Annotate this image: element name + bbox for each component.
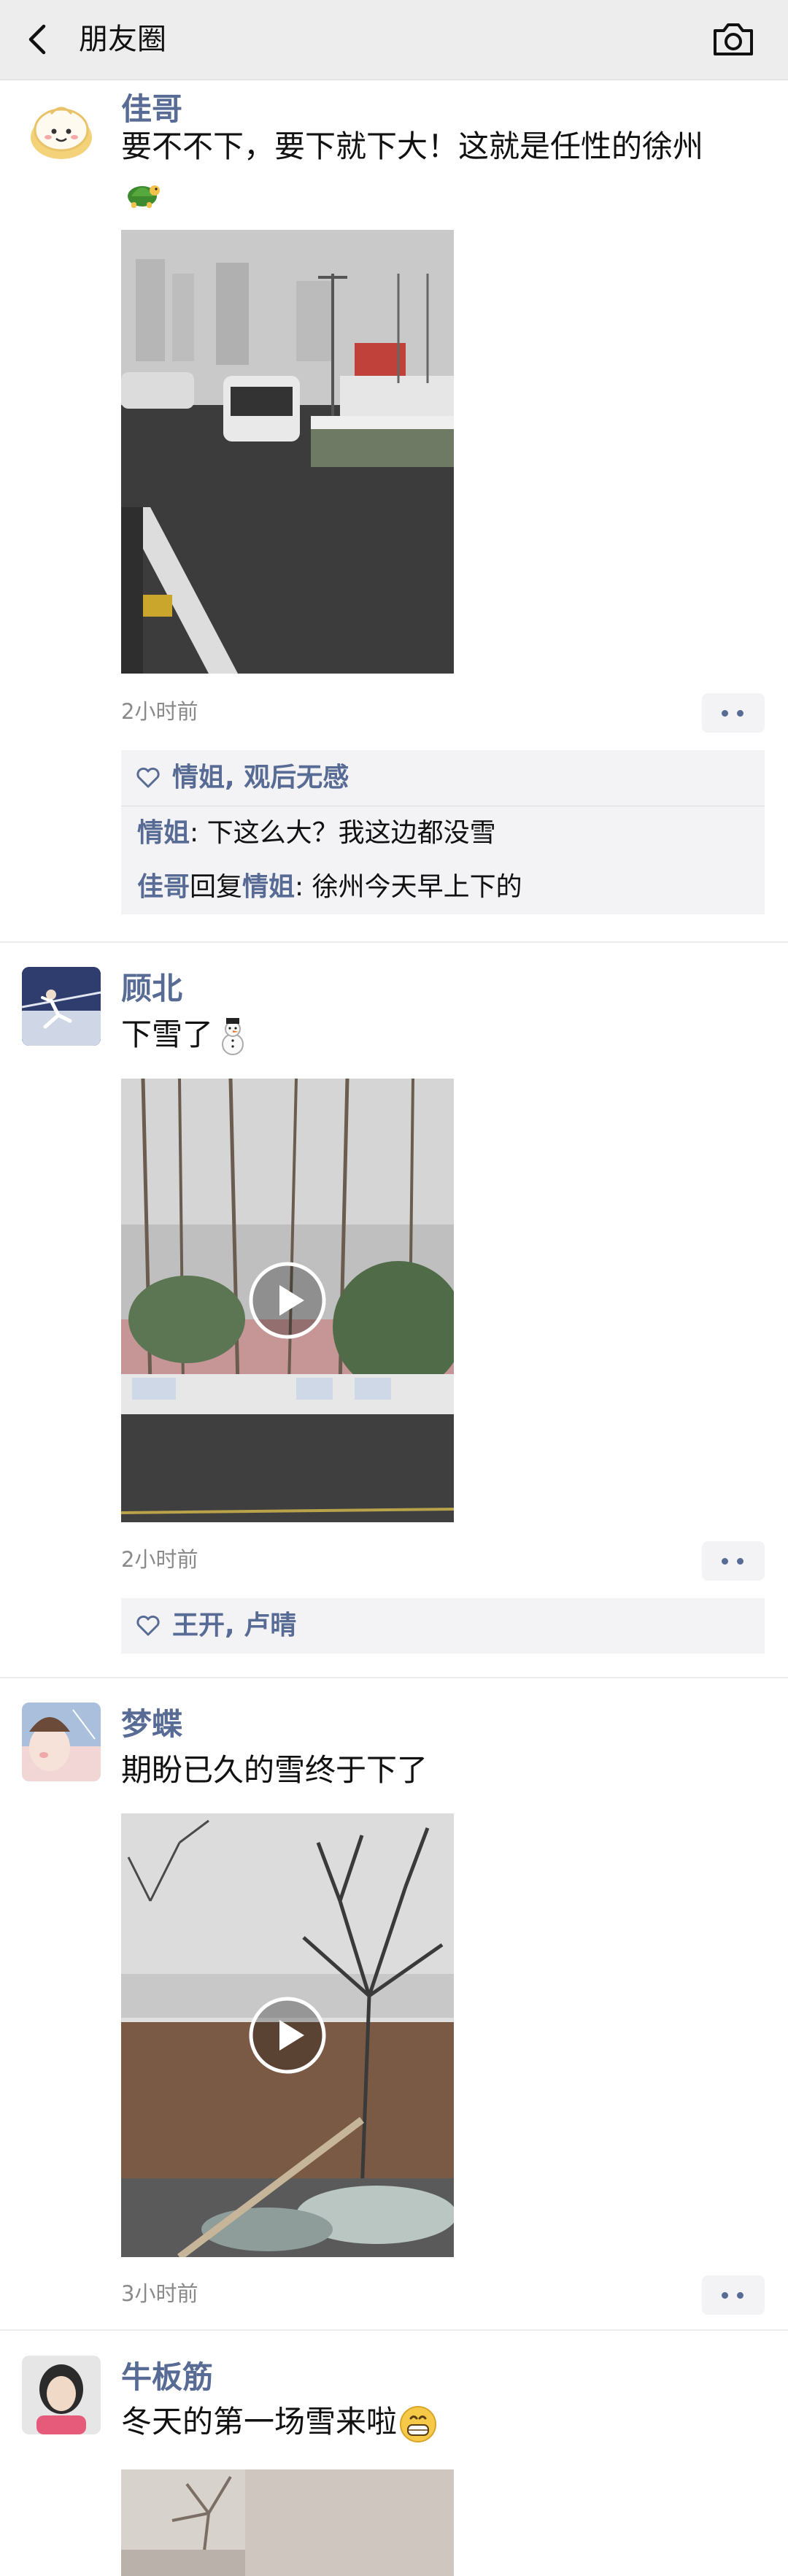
post-divider	[0, 2329, 788, 2331]
reply-word: 回复	[190, 872, 243, 902]
top-bar: 朋友圈	[0, 0, 788, 80]
interaction-panel: 情姐, 观后无感 情姐: 下这么大？我这边都没雪 佳哥回复情姐: 徐州今天早上下…	[121, 750, 765, 914]
post-photo[interactable]	[121, 2469, 454, 2576]
post-time: 2小时前	[121, 1547, 198, 1572]
more-options-button[interactable]	[702, 693, 765, 733]
post-text-content: 期盼已久的雪终于下了	[121, 1752, 428, 1788]
play-icon[interactable]	[247, 1260, 328, 1341]
post-text: 冬天的第一场雪来啦	[121, 2399, 734, 2445]
avatar[interactable]	[22, 88, 101, 166]
more-options-button[interactable]	[702, 1541, 765, 1581]
author-name[interactable]: 梦蝶	[121, 1702, 182, 1746]
post-text: 期盼已久的雪终于下了	[121, 1748, 734, 1793]
post-divider	[0, 1677, 788, 1678]
moment-post: 顾北 下雪了 2小时前 王开, 卢晴	[0, 967, 788, 1660]
dot-icon	[737, 2292, 743, 2299]
snowy-street-photo	[121, 230, 454, 674]
author-name[interactable]: 顾北	[121, 967, 182, 1011]
more-options-button[interactable]	[702, 2275, 765, 2315]
moment-post: 牛板筋 冬天的第一场雪来啦	[0, 2356, 788, 2576]
play-icon[interactable]	[247, 1995, 328, 2075]
reply-target-name[interactable]: 情姐	[242, 872, 295, 902]
author-name[interactable]: 牛板筋	[121, 2356, 213, 2399]
likes-names[interactable]: 王开, 卢晴	[172, 1611, 296, 1640]
page-title: 朋友圈	[79, 23, 166, 56]
grin-emoji-icon	[400, 2405, 437, 2442]
likes-row: 情姐, 观后无感	[121, 750, 765, 806]
post-text-content: 冬天的第一场雪来啦	[121, 2404, 398, 2440]
portrait-avatar-icon	[22, 2356, 101, 2434]
heart-icon	[136, 767, 160, 788]
post-text-content: 要不不下，要下就下大！这就是任性的徐州	[121, 128, 704, 164]
post-text: 要不不下，要下就下大！这就是任性的徐州	[121, 124, 734, 215]
post-video[interactable]	[121, 1813, 454, 2257]
post-photo[interactable]	[121, 230, 454, 674]
post-time: 3小时前	[121, 2281, 198, 2306]
chevron-left-icon[interactable]	[22, 18, 54, 61]
post-video[interactable]	[121, 1079, 454, 1522]
dot-icon	[722, 2292, 728, 2299]
post-divider	[0, 941, 788, 943]
bun-avatar-icon	[31, 107, 92, 159]
comment[interactable]: 佳哥回复情姐: 徐州今天早上下的	[121, 860, 765, 914]
post-text: 下雪了	[121, 1012, 734, 1057]
avatar[interactable]	[22, 2356, 101, 2434]
likes-names[interactable]: 情姐, 观后无感	[172, 763, 349, 793]
commenter-name[interactable]: 佳哥	[137, 872, 190, 902]
comment-text: : 下这么大？我这边都没雪	[190, 818, 496, 848]
interaction-panel: 王开, 卢晴	[121, 1598, 765, 1654]
turtle-emoji-icon	[128, 185, 160, 208]
avatar[interactable]	[22, 967, 101, 1046]
commenter-name[interactable]: 情姐	[137, 818, 190, 848]
moment-post: 佳哥 要不不下，要下就下大！这就是任性的徐州 2小时前 情姐, 观后无感 情姐:…	[0, 88, 788, 934]
snow-photo-partial	[121, 2469, 454, 2576]
comment[interactable]: 情姐: 下这么大？我这边都没雪	[121, 806, 765, 860]
dot-icon	[737, 1558, 743, 1565]
dot-icon	[737, 710, 743, 717]
post-text-content: 下雪了	[121, 1017, 214, 1052]
likes-row: 王开, 卢晴	[121, 1598, 765, 1654]
snowman-emoji-icon	[222, 1017, 244, 1055]
heart-icon	[136, 1615, 160, 1636]
dot-icon	[722, 1558, 728, 1565]
camera-icon[interactable]	[708, 18, 759, 61]
avatar[interactable]	[22, 1702, 101, 1781]
skater-avatar-icon	[22, 967, 101, 1046]
post-time: 2小时前	[121, 699, 198, 724]
dot-icon	[722, 710, 728, 717]
comment-text: : 徐州今天早上下的	[295, 872, 522, 902]
moment-post: 梦蝶 期盼已久的雪终于下了 3小时前	[0, 1702, 788, 2337]
girl-avatar-icon	[22, 1702, 101, 1781]
